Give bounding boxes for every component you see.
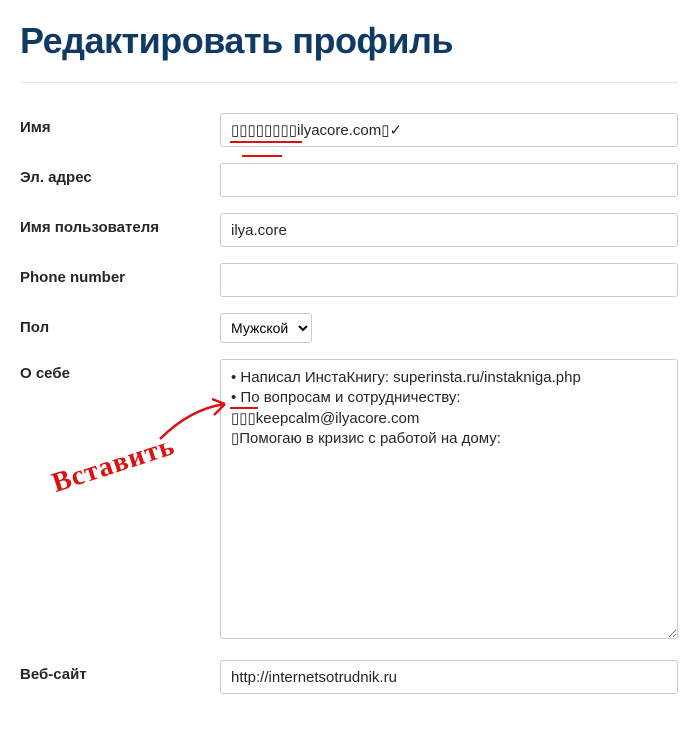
row-website: Веб-сайт xyxy=(20,660,678,694)
row-phone: Phone number xyxy=(20,263,678,297)
username-input[interactable] xyxy=(220,213,678,247)
row-about: О себе Вставить xyxy=(20,359,678,644)
anno-underline-name-2 xyxy=(242,155,282,157)
label-name: Имя xyxy=(20,113,220,136)
label-about: О себе xyxy=(20,359,220,382)
row-gender: Пол Мужской xyxy=(20,313,678,343)
row-email: Эл. адрес xyxy=(20,163,678,197)
divider xyxy=(20,82,678,83)
gender-select[interactable]: Мужской xyxy=(220,313,312,343)
label-website: Веб-сайт xyxy=(20,660,220,683)
row-name: Имя xyxy=(20,113,678,147)
phone-input[interactable] xyxy=(220,263,678,297)
email-input[interactable] xyxy=(220,163,678,197)
name-input[interactable] xyxy=(220,113,678,147)
row-username: Имя пользователя xyxy=(20,213,678,247)
label-email: Эл. адрес xyxy=(20,163,220,186)
label-username: Имя пользователя xyxy=(20,213,220,236)
page-title: Редактировать профиль xyxy=(20,20,678,62)
anno-text: Вставить xyxy=(48,430,179,500)
label-phone: Phone number xyxy=(20,263,220,286)
website-input[interactable] xyxy=(220,660,678,694)
label-gender: Пол xyxy=(20,313,220,336)
about-textarea[interactable] xyxy=(220,359,678,639)
